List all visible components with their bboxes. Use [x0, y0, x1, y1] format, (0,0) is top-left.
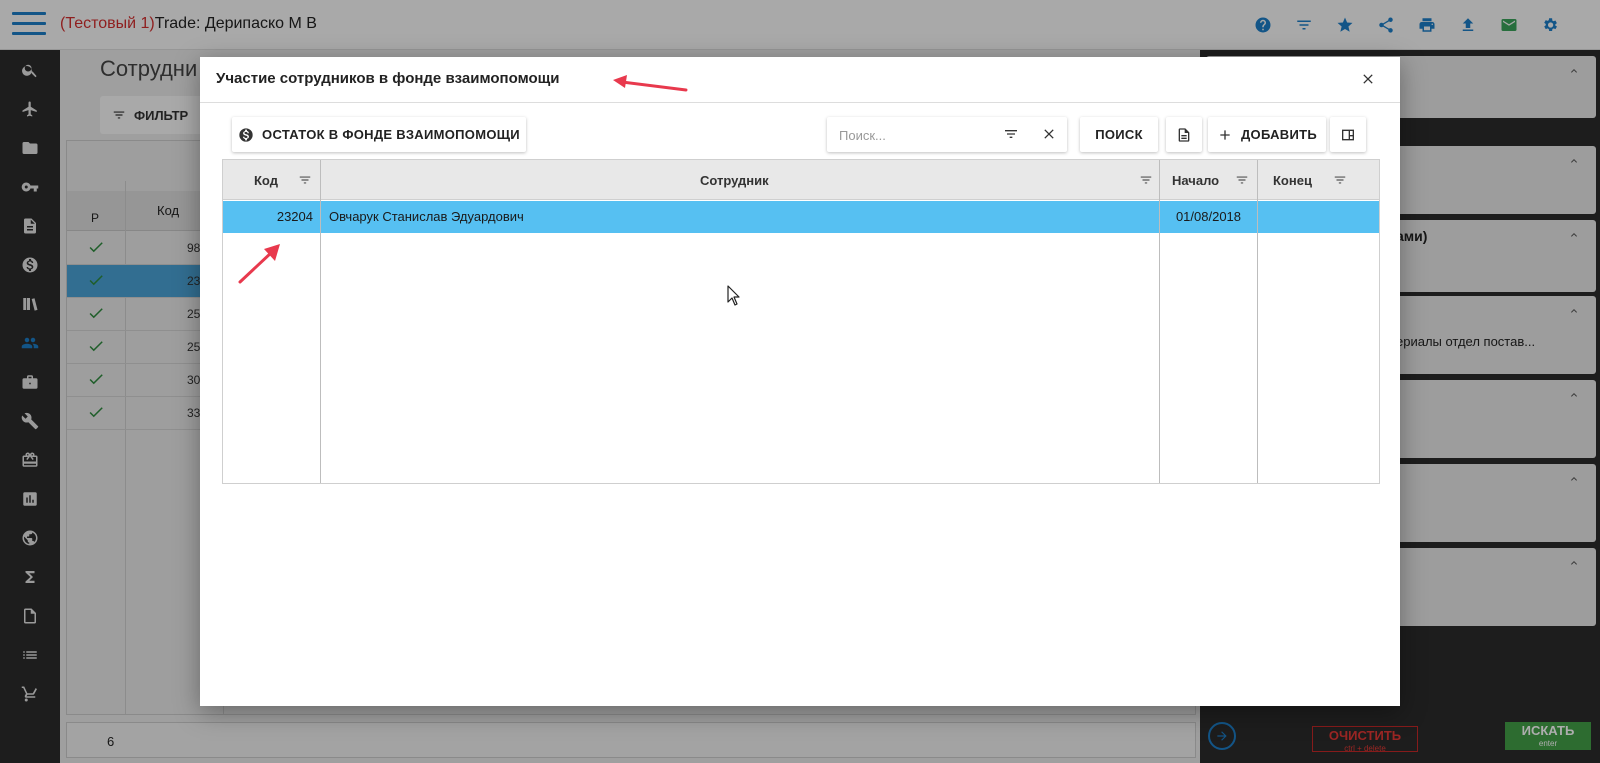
add-button[interactable]: ДОБАВИТЬ: [1208, 117, 1326, 152]
dialog-title: Участие сотрудников в фонде взаимопомощи: [216, 70, 560, 87]
table-header: Код Сотрудник Начало Конец: [223, 160, 1379, 200]
column-divider[interactable]: [1257, 160, 1258, 483]
col-header-end[interactable]: Конец: [1258, 160, 1379, 200]
filter-icon[interactable]: [1139, 173, 1153, 187]
close-icon[interactable]: [1360, 71, 1378, 89]
col-employee-label: Сотрудник: [700, 173, 769, 188]
cell-code: 23204: [276, 209, 313, 224]
export-document-icon: [1178, 127, 1190, 142]
dialog-header: Участие сотрудников в фонде взаимопомощи: [200, 57, 1400, 103]
column-divider[interactable]: [320, 160, 321, 483]
col-end-label: Конец: [1273, 173, 1312, 188]
search-field: [827, 117, 1067, 152]
fund-balance-button[interactable]: ОСТАТОК В ФОНДЕ ВЗАИМОПОМОЩИ: [232, 117, 526, 152]
filter-icon[interactable]: [1333, 173, 1347, 187]
fund-balance-label: ОСТАТОК В ФОНДЕ ВЗАИМОПОМОЩИ: [262, 127, 520, 142]
column-divider[interactable]: [1159, 160, 1160, 483]
col-header-code[interactable]: Код: [223, 160, 320, 200]
filter-icon[interactable]: [298, 173, 312, 187]
col-header-start[interactable]: Начало: [1160, 160, 1257, 200]
add-label: ДОБАВИТЬ: [1240, 127, 1318, 142]
fund-participation-dialog: Участие сотрудников в фонде взаимопомощи…: [200, 57, 1400, 706]
column-settings-icon: [1342, 129, 1354, 140]
search-button[interactable]: ПОИСК: [1080, 117, 1158, 152]
cell-start: 01/08/2018: [1175, 209, 1242, 224]
mouse-cursor-icon: [727, 285, 740, 306]
col-header-employee[interactable]: Сотрудник: [321, 160, 1159, 200]
dollar-icon: [239, 127, 253, 142]
plus-icon: [1220, 129, 1230, 140]
filter-icon[interactable]: [1003, 126, 1019, 142]
clear-icon[interactable]: [1041, 126, 1057, 142]
col-code-label: Код: [254, 173, 278, 188]
col-start-label: Начало: [1172, 173, 1220, 188]
search-input[interactable]: [837, 125, 997, 145]
column-settings-button[interactable]: [1330, 117, 1366, 152]
participants-table: Код Сотрудник Начало Конец 23204 Овчарук…: [222, 159, 1380, 484]
export-button[interactable]: [1166, 117, 1202, 152]
cell-employee: Овчарук Станислав Эдуардович: [329, 209, 524, 224]
filter-icon[interactable]: [1235, 173, 1249, 187]
table-row[interactable]: 23204 Овчарук Станислав Эдуардович 01/08…: [223, 201, 1379, 233]
